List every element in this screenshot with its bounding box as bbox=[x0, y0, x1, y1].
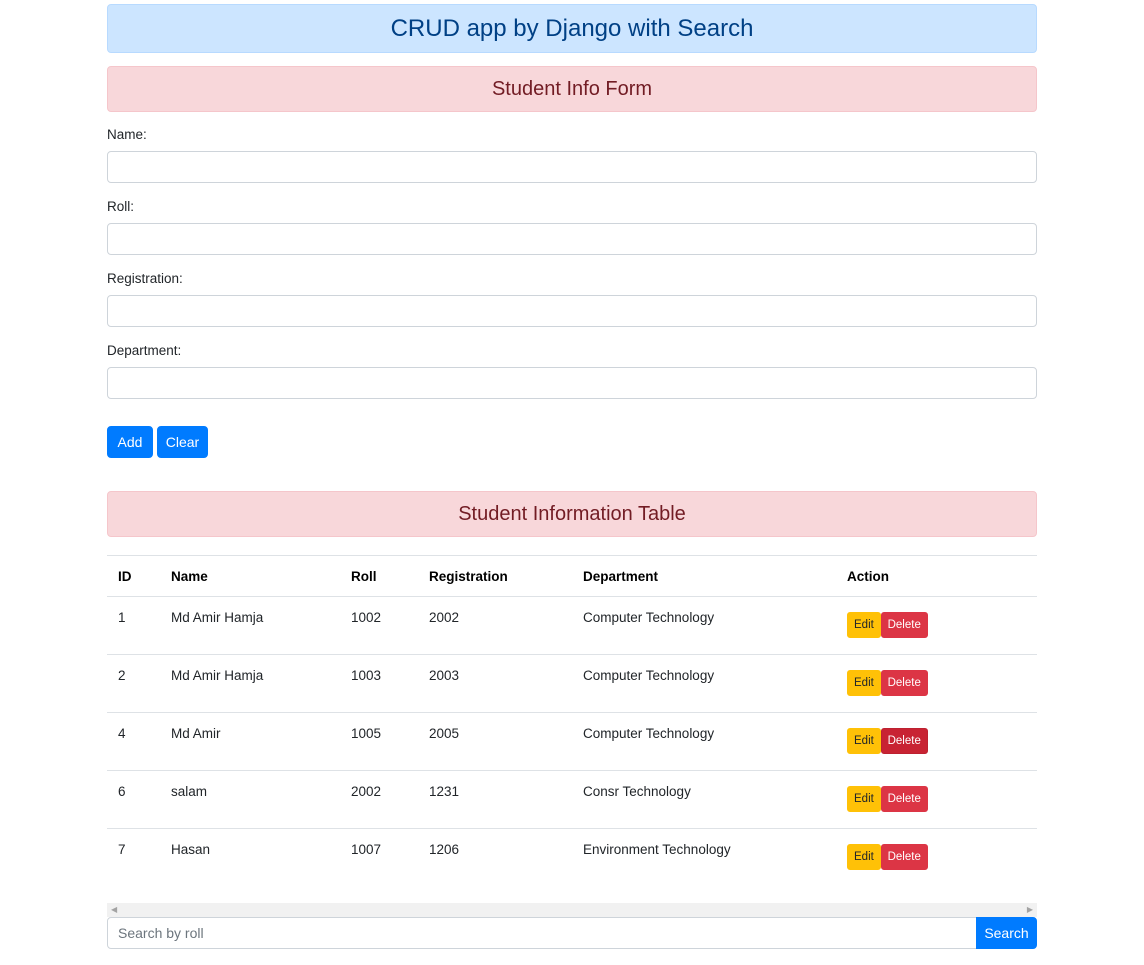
table-row: 7 Hasan 1007 1206 Environment Technology… bbox=[107, 828, 1037, 887]
search-bar: Search bbox=[107, 917, 1037, 949]
cell-name: Md Amir Hamja bbox=[160, 596, 340, 655]
cell-registration: 2003 bbox=[418, 654, 572, 713]
cell-action: Edit Delete bbox=[836, 654, 1037, 713]
cell-registration: 1231 bbox=[418, 770, 572, 829]
cell-action: Edit Delete bbox=[836, 596, 1037, 655]
table-title: Student Information Table bbox=[458, 503, 686, 525]
search-input[interactable] bbox=[107, 917, 977, 949]
cell-action: Edit Delete bbox=[836, 770, 1037, 829]
cell-id: 1 bbox=[107, 596, 160, 655]
form-title: Student Info Form bbox=[491, 78, 653, 100]
table-title-banner: Student Information Table bbox=[107, 491, 1037, 537]
cell-department: Environment Technology bbox=[572, 828, 836, 887]
roll-label: Roll: bbox=[107, 199, 135, 214]
search-button[interactable]: Search bbox=[976, 917, 1037, 949]
table-row: 2 Md Amir Hamja 1003 2003 Computer Techn… bbox=[107, 654, 1037, 713]
column-header-roll: Roll bbox=[340, 555, 418, 597]
column-header-id: ID bbox=[107, 555, 160, 597]
scroll-left-arrow-icon[interactable]: ◀ bbox=[111, 903, 117, 917]
column-header-name: Name bbox=[160, 555, 340, 597]
registration-label: Registration: bbox=[107, 271, 183, 286]
table-row: 6 salam 2002 1231 Consr Technology Edit … bbox=[107, 770, 1037, 829]
cell-registration: 1206 bbox=[418, 828, 572, 887]
form-title-banner: Student Info Form bbox=[107, 66, 1037, 112]
delete-button[interactable]: Delete bbox=[880, 786, 928, 812]
cell-id: 4 bbox=[107, 712, 160, 771]
table-row: 4 Md Amir 1005 2005 Computer Technology … bbox=[107, 712, 1037, 771]
registration-input[interactable] bbox=[107, 295, 1037, 327]
edit-button[interactable]: Edit bbox=[847, 612, 881, 638]
name-input[interactable] bbox=[107, 151, 1037, 183]
edit-button[interactable]: Edit bbox=[847, 786, 881, 812]
cell-name: Hasan bbox=[160, 828, 340, 887]
student-table-wrapper: ID Name Roll Registration Department Act… bbox=[107, 555, 1037, 887]
edit-button[interactable]: Edit bbox=[847, 844, 881, 870]
cell-department: Computer Technology bbox=[572, 596, 836, 655]
student-table: ID Name Roll Registration Department Act… bbox=[107, 555, 1037, 887]
cell-registration: 2002 bbox=[418, 596, 572, 655]
cell-department: Computer Technology bbox=[572, 712, 836, 771]
edit-button[interactable]: Edit bbox=[847, 670, 881, 696]
cell-id: 7 bbox=[107, 828, 160, 887]
column-header-action: Action bbox=[836, 555, 1037, 597]
cell-name: Md Amir Hamja bbox=[160, 654, 340, 713]
cell-name: salam bbox=[160, 770, 340, 829]
cell-registration: 2005 bbox=[418, 712, 572, 771]
roll-input[interactable] bbox=[107, 223, 1037, 255]
column-header-department: Department bbox=[572, 555, 836, 597]
clear-button[interactable]: Clear bbox=[157, 426, 208, 458]
delete-button[interactable]: Delete bbox=[880, 844, 928, 870]
cell-roll: 1005 bbox=[340, 712, 418, 771]
delete-button[interactable]: Delete bbox=[880, 728, 928, 754]
cell-action: Edit Delete bbox=[836, 828, 1037, 887]
horizontal-scrollbar[interactable]: ◀ ▶ bbox=[107, 903, 1037, 917]
add-button[interactable]: Add bbox=[107, 426, 153, 458]
column-header-registration: Registration bbox=[418, 555, 572, 597]
cell-roll: 1002 bbox=[340, 596, 418, 655]
cell-id: 2 bbox=[107, 654, 160, 713]
app-title-banner: CRUD app by Django with Search bbox=[107, 4, 1037, 53]
delete-button[interactable]: Delete bbox=[880, 670, 928, 696]
cell-department: Computer Technology bbox=[572, 654, 836, 713]
cell-action: Edit Delete bbox=[836, 712, 1037, 771]
cell-roll: 1007 bbox=[340, 828, 418, 887]
department-label: Department: bbox=[107, 343, 182, 358]
cell-department: Consr Technology bbox=[572, 770, 836, 829]
delete-button[interactable]: Delete bbox=[880, 612, 928, 638]
name-label: Name: bbox=[107, 127, 147, 142]
scroll-right-arrow-icon[interactable]: ▶ bbox=[1027, 903, 1033, 917]
cell-name: Md Amir bbox=[160, 712, 340, 771]
cell-roll: 2002 bbox=[340, 770, 418, 829]
department-input[interactable] bbox=[107, 367, 1037, 399]
cell-roll: 1003 bbox=[340, 654, 418, 713]
edit-button[interactable]: Edit bbox=[847, 728, 881, 754]
table-header-row: ID Name Roll Registration Department Act… bbox=[107, 555, 1037, 597]
table-row: 1 Md Amir Hamja 1002 2002 Computer Techn… bbox=[107, 596, 1037, 655]
app-title: CRUD app by Django with Search bbox=[390, 15, 754, 42]
cell-id: 6 bbox=[107, 770, 160, 829]
